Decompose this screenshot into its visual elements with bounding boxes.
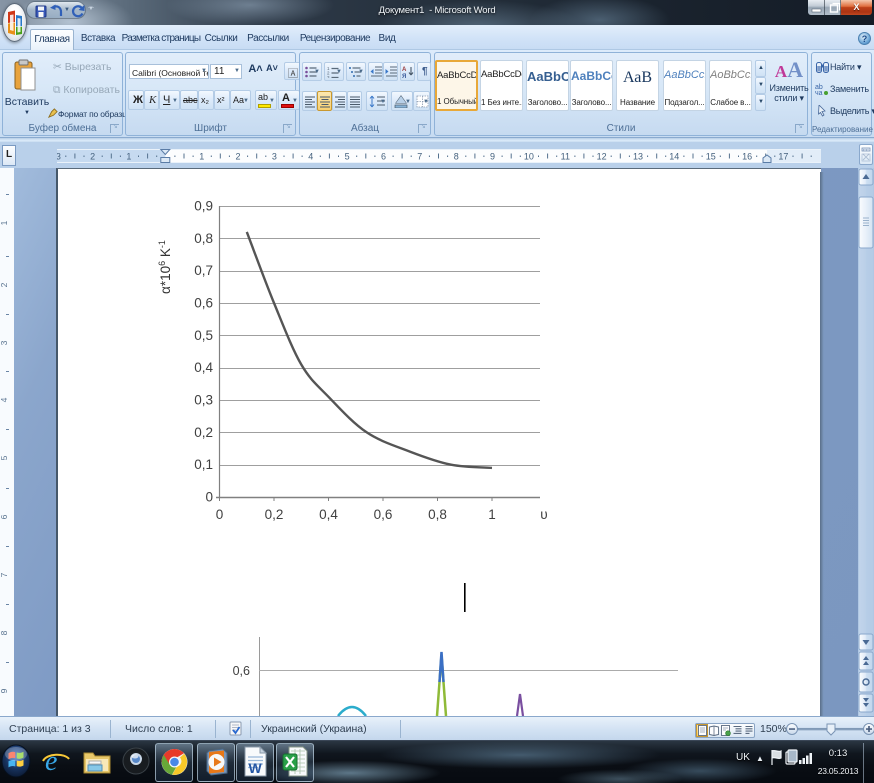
svg-text:А: А	[402, 67, 407, 73]
svg-text:чa: чa	[815, 90, 823, 96]
svg-text:8: 8	[454, 152, 459, 162]
svg-text:14: 14	[669, 152, 679, 162]
svg-text:1: 1	[488, 507, 496, 522]
svg-text:0,6: 0,6	[374, 507, 393, 522]
svg-text:0,1: 0,1	[194, 457, 213, 472]
svg-text:0,5: 0,5	[194, 328, 213, 343]
svg-text:4: 4	[308, 152, 313, 162]
svg-text:5: 5	[0, 455, 9, 460]
svg-text:0,6: 0,6	[233, 664, 250, 678]
svg-text:17: 17	[778, 152, 788, 162]
svg-text:16: 16	[742, 152, 752, 162]
svg-text:Я: Я	[402, 74, 406, 78]
svg-text:4: 4	[0, 397, 9, 402]
svg-text:3: 3	[327, 75, 330, 78]
svg-text:15: 15	[706, 152, 716, 162]
svg-text:3: 3	[272, 152, 277, 162]
svg-text:2: 2	[90, 152, 95, 162]
svg-text:13: 13	[633, 152, 643, 162]
svg-text:0: 0	[216, 507, 224, 522]
svg-text:5: 5	[345, 152, 350, 162]
svg-text:2: 2	[0, 282, 9, 287]
svg-text:7: 7	[0, 572, 9, 577]
svg-text:3: 3	[57, 152, 61, 162]
svg-text:3: 3	[0, 340, 9, 345]
svg-text:e: e	[45, 746, 57, 777]
svg-text:6: 6	[381, 152, 386, 162]
svg-text:6: 6	[0, 514, 9, 519]
svg-text:0,8: 0,8	[194, 231, 213, 246]
svg-text:11: 11	[561, 152, 570, 162]
svg-text:7: 7	[417, 152, 422, 162]
svg-text:0,2: 0,2	[194, 425, 213, 440]
svg-text:0,4: 0,4	[194, 360, 213, 375]
svg-text:2: 2	[235, 152, 240, 162]
svg-text:12: 12	[597, 152, 607, 162]
svg-text:0: 0	[205, 490, 213, 505]
svg-text:0,2: 0,2	[265, 507, 284, 522]
svg-text:0,8: 0,8	[428, 507, 447, 522]
svg-text:υ: υ	[540, 507, 547, 522]
svg-text:9: 9	[0, 688, 9, 693]
svg-text:1: 1	[199, 152, 204, 162]
svg-text:0,9: 0,9	[194, 199, 213, 214]
svg-text:0,6: 0,6	[194, 296, 213, 311]
svg-text:8: 8	[0, 630, 9, 635]
svg-text:W: W	[249, 760, 263, 776]
svg-text:10: 10	[524, 152, 534, 162]
svg-text:1: 1	[0, 220, 9, 225]
svg-text:0,4: 0,4	[319, 507, 338, 522]
svg-text:0,3: 0,3	[194, 393, 213, 408]
svg-text:1: 1	[126, 152, 131, 162]
svg-text:α*106 K-1: α*106 K-1	[157, 240, 173, 294]
svg-text:0,7: 0,7	[194, 263, 213, 278]
svg-text:9: 9	[490, 152, 495, 162]
